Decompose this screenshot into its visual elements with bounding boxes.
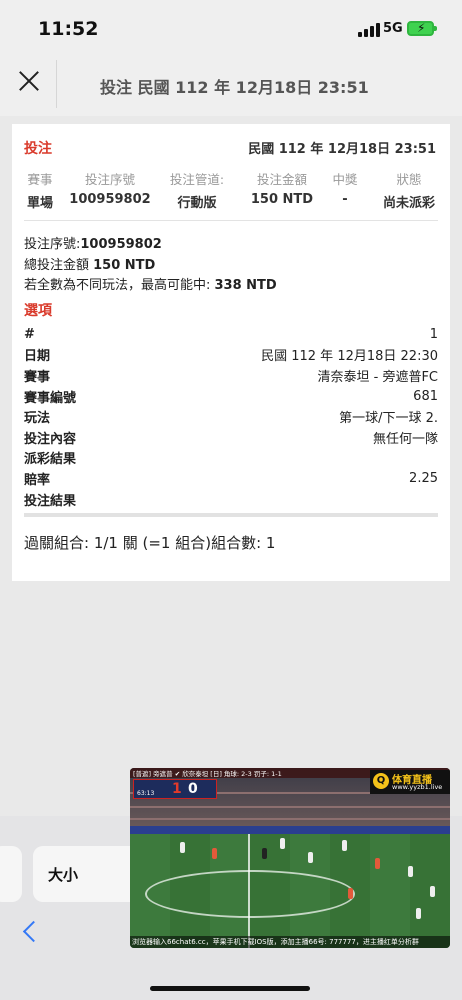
video-ticker-text: [普遮] 旁遮普 ✔ 欣奈泰坦 [日] 角球: 2-3 罚子: 1-1 bbox=[133, 770, 282, 778]
detail-row: 投注結果 bbox=[24, 489, 438, 510]
summary-value-row: 單場 100959802 行動版 150 NTD - 尚未派彩 bbox=[12, 192, 450, 211]
serial-label: 投注序號: bbox=[24, 237, 81, 252]
detail-value: 民國 112 年 12月18日 22:30 bbox=[261, 349, 438, 365]
video-player bbox=[342, 840, 347, 851]
video-center-circle bbox=[145, 870, 355, 918]
close-button[interactable] bbox=[14, 66, 44, 96]
status-time: 11:52 bbox=[38, 18, 99, 40]
video-player bbox=[348, 888, 353, 899]
bet-summary-table: 賽事 投注序號 投注管道: 投注金額 中獎 狀態 單場 100959802 行動… bbox=[12, 169, 450, 211]
summary-header: 投注金額 bbox=[256, 172, 307, 187]
detail-value: 無任何一隊 bbox=[372, 431, 438, 447]
summary-value: 單場 bbox=[26, 196, 53, 211]
summary-header: 狀態 bbox=[396, 172, 422, 187]
network-type: 5G bbox=[383, 21, 403, 36]
selection-title: 選項 bbox=[24, 303, 52, 319]
home-score: 1 bbox=[172, 781, 182, 797]
detail-row: 投注內容 無任何一隊 bbox=[24, 427, 438, 448]
detail-value: 1 bbox=[429, 326, 438, 342]
header-divider bbox=[56, 60, 57, 108]
video-player bbox=[375, 858, 380, 869]
video-scoreboard: 1 0 63:13 bbox=[133, 779, 217, 799]
page-header: 投注 民國 112 年 12月18日 23:51 bbox=[0, 52, 462, 116]
summary-header: 中獎 bbox=[332, 172, 358, 187]
summary-value: - bbox=[342, 192, 348, 207]
summary-header-row: 賽事 投注序號 投注管道: 投注金額 中獎 狀態 bbox=[12, 169, 450, 188]
home-indicator bbox=[150, 986, 310, 991]
detail-row: #1 bbox=[24, 324, 438, 345]
divider bbox=[24, 220, 438, 221]
text-size-label: 大小 bbox=[48, 866, 79, 884]
picture-in-picture-video[interactable]: [普遮] 旁遮普 ✔ 欣奈泰坦 [日] 角球: 2-3 罚子: 1-1 1 0 … bbox=[130, 768, 450, 948]
bet-date: 民國 112 年 12月18日 23:51 bbox=[248, 142, 436, 157]
bet-heading: 投注 bbox=[24, 141, 52, 157]
summary-value: 150 NTD bbox=[250, 192, 314, 207]
max-win-label: 若全數為不同玩法，最高可能中: bbox=[24, 278, 215, 293]
match-time: 63:13 bbox=[137, 790, 155, 797]
detail-value: 清奈泰坦 - 旁遮普FC bbox=[317, 369, 438, 385]
detail-key: 賽事編號 bbox=[24, 390, 77, 406]
cellular-signal-icon bbox=[358, 23, 380, 37]
detail-key: 玩法 bbox=[24, 411, 51, 427]
total-value: 150 NTD bbox=[93, 257, 156, 273]
summary-header: 投注管道: bbox=[169, 172, 225, 187]
page-title: 投注 民國 112 年 12月18日 23:51 bbox=[100, 78, 369, 97]
status-bar: 11:52 5G ⚡ bbox=[0, 0, 462, 52]
summary-header: 賽事 bbox=[27, 172, 53, 187]
toolbar-left-button[interactable] bbox=[0, 846, 22, 902]
detail-row: 玩法 第一球/下一球 2. bbox=[24, 406, 438, 427]
back-chevron-icon[interactable] bbox=[22, 920, 45, 943]
summary-value: 尚未派彩 bbox=[382, 196, 435, 211]
serial-value: 100959802 bbox=[80, 237, 162, 252]
video-player bbox=[180, 842, 185, 853]
detail-key: # bbox=[24, 326, 35, 342]
detail-value: 681 bbox=[413, 388, 438, 404]
video-player bbox=[280, 838, 285, 849]
detail-row: 日期 民國 112 年 12月18日 22:30 bbox=[24, 345, 438, 366]
detail-key: 賠率 bbox=[24, 472, 51, 488]
serial-line: 投注序號:100959802 bbox=[24, 235, 277, 256]
video-player bbox=[308, 852, 313, 863]
detail-value: 第一球/下一球 2. bbox=[339, 411, 438, 427]
bet-info: 投注序號:100959802 總投注金額 150 NTD 若全數為不同玩法，最高… bbox=[24, 235, 277, 297]
detail-key: 派彩結果 bbox=[24, 452, 77, 468]
video-player bbox=[430, 886, 435, 897]
video-ad-board bbox=[130, 826, 450, 834]
video-player bbox=[262, 848, 267, 859]
selection-detail-list: #1 日期 民國 112 年 12月18日 22:30 賽事 清奈泰坦 - 旁遮普F… bbox=[24, 324, 438, 509]
detail-row: 派彩結果 bbox=[24, 448, 438, 469]
stream-logo-icon: Q bbox=[373, 773, 389, 789]
video-caption-text: 浏览器输入66chat6.cc，苹果手机下载IOS版，添加主播66号: 7777… bbox=[132, 938, 419, 946]
summary-header: 投注序號 bbox=[84, 172, 135, 187]
total-line: 總投注金額 150 NTD bbox=[24, 256, 277, 277]
stream-logo-url: www.yyzb1.live bbox=[392, 783, 443, 791]
detail-divider bbox=[24, 513, 438, 517]
detail-row: 賽事編號 681 bbox=[24, 386, 438, 407]
stream-logo: Q 体育直播 www.yyzb1.live bbox=[370, 770, 450, 794]
away-score: 0 bbox=[188, 781, 198, 797]
video-stand-row bbox=[130, 806, 450, 808]
total-label: 總投注金額 bbox=[24, 257, 94, 273]
summary-value: 行動版 bbox=[177, 196, 217, 211]
detail-key: 日期 bbox=[24, 349, 51, 365]
video-player bbox=[408, 866, 413, 877]
max-win-value: 338 NTD bbox=[214, 278, 277, 293]
detail-key: 賽事 bbox=[24, 369, 51, 385]
max-win-line: 若全數為不同玩法，最高可能中: 338 NTD bbox=[24, 276, 277, 297]
video-stand-row bbox=[130, 818, 450, 820]
battery-charging-icon: ⚡ bbox=[407, 21, 437, 36]
video-caption-bar: 浏览器输入66chat6.cc，苹果手机下载IOS版，添加主播66号: 7777… bbox=[130, 936, 450, 948]
detail-key: 投注結果 bbox=[24, 493, 77, 509]
video-player bbox=[416, 908, 421, 919]
detail-key: 投注內容 bbox=[24, 431, 77, 447]
detail-value: 2.25 bbox=[409, 470, 438, 486]
detail-row: 賠率 2.25 bbox=[24, 468, 438, 489]
parlay-summary: 過關組合: 1/1 關 (=1 組合)組合數: 1 bbox=[24, 534, 276, 552]
bet-card: 投注 民國 112 年 12月18日 23:51 賽事 投注序號 投注管道: 投… bbox=[12, 124, 450, 581]
detail-row: 賽事 清奈泰坦 - 旁遮普FC bbox=[24, 365, 438, 386]
video-player bbox=[212, 848, 217, 859]
summary-value: 100959802 bbox=[69, 192, 151, 207]
